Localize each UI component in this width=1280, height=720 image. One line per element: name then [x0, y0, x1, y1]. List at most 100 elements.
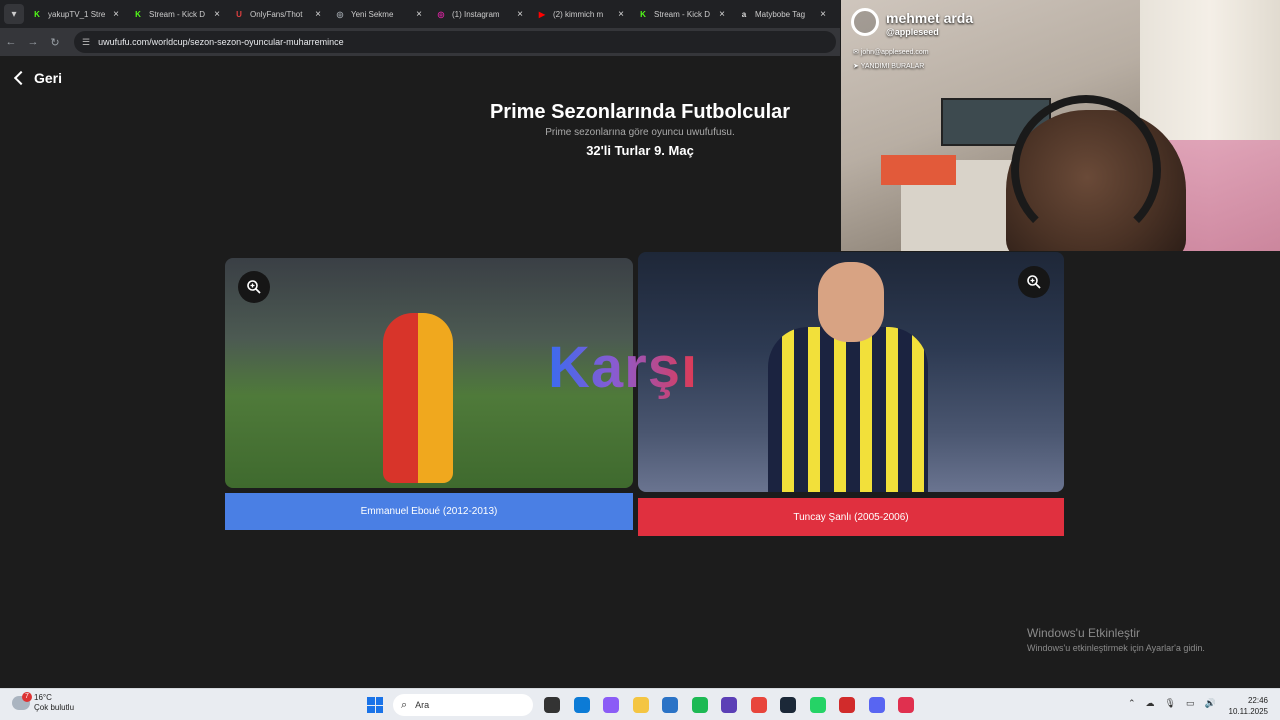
back-nav-icon[interactable]: ← [0, 36, 22, 48]
close-icon[interactable]: × [416, 9, 422, 20]
copilot-icon[interactable] [603, 697, 619, 713]
system-tray: ⌃ ☁ 🎙 ▭ 🔊 [1128, 698, 1216, 709]
tab-title: yakupTV_1 Stre [48, 9, 106, 19]
tab-title: (1) Instagram [452, 9, 500, 19]
app-icon[interactable] [721, 697, 737, 713]
streamer-location: ➤ YANDIMI BURALAR [853, 63, 925, 70]
app2-icon[interactable] [898, 697, 914, 713]
start-tile [375, 697, 383, 705]
close-icon[interactable]: × [618, 9, 624, 20]
tab-favicon-icon: K [34, 9, 40, 19]
player-head [818, 262, 884, 342]
start-tile [367, 705, 375, 713]
spotify-icon[interactable] [691, 697, 708, 713]
weather-condition: Çok bulutlu [34, 703, 75, 712]
webcam-overlay: mehmet arda @appleseed ✉ john@appleseed.… [841, 0, 1280, 251]
zoom-left-button[interactable] [238, 271, 270, 303]
cloud-icon: 7 [12, 692, 32, 710]
start-tile [375, 705, 383, 713]
close-icon[interactable]: × [820, 9, 826, 20]
browser-tab-bar: ▾ KyakupTV_1 Stre × K Stream - Kick D × U Only… [0, 0, 840, 28]
file-explorer-icon[interactable] [632, 697, 649, 713]
tab-favicon-icon: ◎ [336, 9, 344, 19]
browser-tab[interactable]: a Matybobe Tag × [731, 0, 832, 28]
close-icon[interactable]: × [517, 9, 523, 20]
activation-watermark-title: Windows'u Etkinleştir [1027, 626, 1140, 640]
tab-title: Stream - Kick D [654, 9, 711, 19]
zoom-in-icon [1027, 275, 1041, 289]
cloud-tray-icon[interactable]: ☁ [1146, 698, 1155, 709]
weather-temp: 16°C [34, 693, 52, 702]
tab-favicon-icon: K [640, 9, 646, 19]
back-button[interactable]: Geri [12, 70, 62, 86]
tab-title: Yeni Sekme [351, 9, 394, 19]
start-button[interactable] [367, 697, 383, 713]
clock-time: 22:46 [1247, 696, 1268, 705]
browser-tab[interactable]: ▶ (2) kimmich m × [529, 0, 630, 28]
tab-title: Stream - Kick D [149, 9, 206, 19]
right-player-button[interactable]: Tuncay Şanlı (2005-2006) [638, 498, 1064, 536]
streamer-location-text: YANDIMI BURALAR [860, 63, 925, 70]
media-player-icon[interactable] [839, 697, 855, 713]
browser-tab[interactable]: ◎ (1) Instagram × [428, 0, 529, 28]
activation-watermark-subtitle: Windows'u etkinleştirmek için Ayarlar'a … [1027, 643, 1205, 653]
tab-title: Matybobe Tag [755, 9, 806, 19]
tab-favicon-icon: ▶ [538, 9, 546, 19]
browser-tab[interactable]: KyakupTV_1 Stre × [24, 0, 125, 28]
streamer-handle: @appleseed [886, 27, 939, 37]
weather-badge: 7 [22, 692, 32, 702]
chrome-icon[interactable] [750, 697, 767, 713]
chevron-left-icon [13, 70, 29, 86]
search-placeholder: Ara [415, 700, 430, 710]
left-player-button[interactable]: Emmanuel Eboué (2012-2013) [225, 493, 633, 530]
task-view-icon[interactable] [544, 697, 560, 713]
vs-label: Karşı [548, 335, 699, 400]
url-text: uwufufu.com/worldcup/sezon-sezon-oyuncul… [98, 37, 344, 47]
player-figure [383, 313, 453, 483]
whatsapp-icon[interactable] [809, 697, 826, 713]
volume-icon[interactable]: 🔊 [1205, 698, 1216, 709]
close-icon[interactable]: × [113, 9, 119, 20]
streamer-email-text: john@appleseed.com [860, 49, 929, 56]
right-player-image[interactable] [638, 252, 1064, 492]
tab-search-button[interactable]: ▾ [4, 4, 24, 24]
streamer-logo-icon [851, 8, 879, 36]
browser-tab[interactable]: U OnlyFans/Thot × [226, 0, 327, 28]
close-icon[interactable]: × [214, 9, 220, 20]
browser-tab[interactable]: K Stream - Kick D × [630, 0, 731, 28]
tab-favicon-icon: U [236, 9, 242, 19]
close-icon[interactable]: × [719, 9, 725, 20]
clock[interactable]: 22:46 10.11.2025 [1229, 695, 1268, 717]
zoom-in-icon [247, 280, 261, 294]
browser-tab[interactable]: ◎ Yeni Sekme × [327, 0, 428, 28]
forward-nav-icon[interactable]: → [22, 36, 44, 48]
store-icon[interactable] [662, 697, 678, 713]
windows-taskbar: 7 16°C Çok bulutlu ⌕ Ara ⌃ ☁ 🎙 ▭ 🔊 22:46… [0, 688, 1280, 720]
streamer-email: ✉ john@appleseed.com [853, 49, 929, 56]
start-tile [367, 697, 375, 705]
tab-favicon-icon: ◎ [437, 9, 445, 19]
steam-icon[interactable] [780, 697, 796, 713]
edge-icon[interactable] [573, 697, 590, 713]
chevron-up-icon[interactable]: ⌃ [1128, 698, 1136, 709]
close-icon[interactable]: × [315, 9, 321, 20]
zoom-right-button[interactable] [1018, 266, 1050, 298]
url-bar[interactable]: ☰ uwufufu.com/worldcup/sezon-sezon-oyunc… [74, 31, 836, 53]
tab-favicon-icon: K [135, 9, 141, 19]
browser-tab[interactable]: K Stream - Kick D × [125, 0, 226, 28]
tab-title: OnlyFans/Thot [250, 9, 303, 19]
player-figure [768, 327, 928, 492]
microphone-icon[interactable]: 🎙 [1165, 698, 1176, 709]
tab-title: (2) kimmich m [553, 9, 604, 19]
address-bar-row: ← → ↻ ☰ uwufufu.com/worldcup/sezon-sezon… [0, 28, 840, 56]
reload-icon[interactable]: ↻ [44, 36, 66, 49]
weather-widget[interactable]: 7 16°C Çok bulutlu [12, 692, 75, 713]
taskbar-search[interactable]: ⌕ Ara [393, 694, 533, 716]
back-label: Geri [34, 70, 63, 86]
background-box [881, 155, 956, 185]
search-icon: ⌕ [401, 698, 408, 711]
network-icon[interactable]: ▭ [1186, 698, 1195, 709]
site-info-icon[interactable]: ☰ [82, 37, 90, 48]
discord-icon[interactable] [868, 697, 885, 713]
tab-favicon-icon: a [741, 9, 747, 19]
